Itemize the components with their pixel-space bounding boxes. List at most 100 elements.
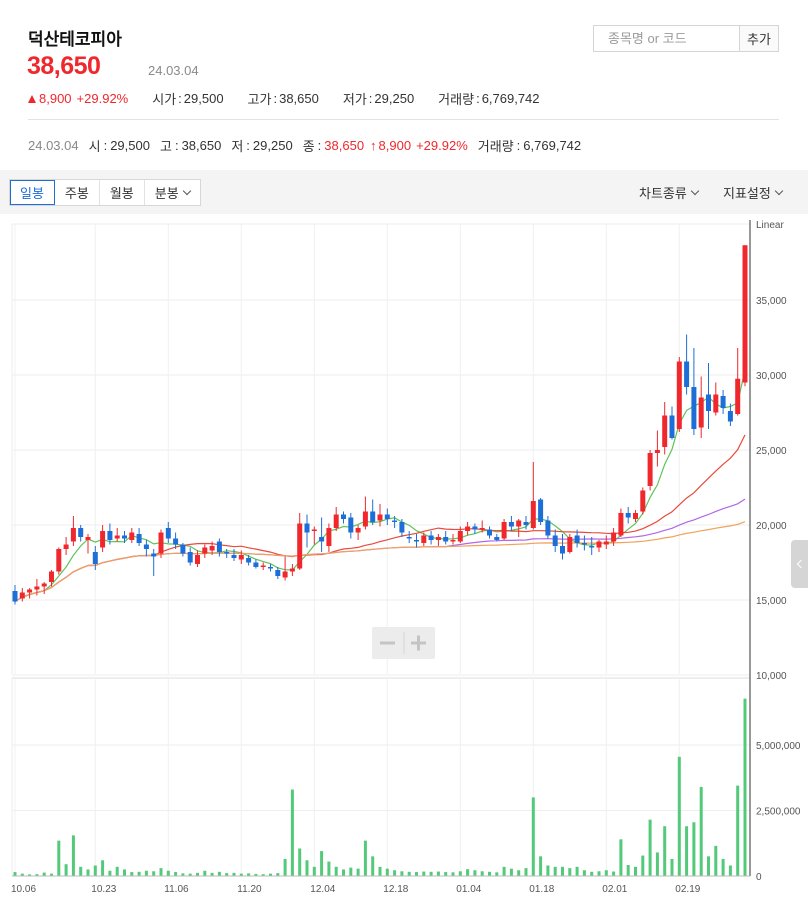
candle-body	[523, 522, 529, 525]
volume-bar	[407, 871, 411, 876]
candle-body	[326, 528, 332, 546]
volume-bar	[334, 866, 338, 876]
summary-change-pct: +29.92%	[76, 91, 129, 106]
candle-body	[384, 514, 390, 519]
detail-low: 29,250	[252, 138, 293, 153]
x-tick-label: 02.01	[602, 884, 627, 895]
volume-bar	[728, 865, 732, 876]
detail-close-label: 종	[302, 139, 315, 154]
candle-body	[662, 415, 668, 447]
volume-bar	[363, 840, 367, 876]
price-tick-label: 10,000	[756, 671, 787, 682]
tab-monthly[interactable]: 월봉	[100, 180, 145, 205]
indicator-settings-dropdown[interactable]: 지표설정	[723, 183, 784, 202]
volume-bar	[575, 866, 579, 876]
candle-body	[319, 537, 325, 542]
volume-bar	[356, 868, 360, 876]
candle-body	[698, 397, 704, 428]
volume-bar	[685, 826, 689, 876]
volume-bars	[13, 698, 747, 876]
zoom-in-button[interactable]	[404, 627, 435, 659]
volume-bar	[634, 866, 637, 876]
volume-bar	[553, 866, 557, 876]
side-panel-toggle[interactable]	[791, 540, 808, 588]
x-tick-label: 10.06	[11, 884, 36, 895]
candle-body	[114, 535, 120, 539]
detail-close: 38,650	[324, 138, 365, 153]
stock-name: 덕산테코피아	[28, 30, 122, 49]
candle-body	[654, 450, 660, 453]
candle-body	[63, 544, 69, 549]
zoom-out-button[interactable]	[372, 627, 404, 659]
candle-body	[479, 528, 485, 530]
candle-body	[618, 513, 624, 536]
moving-average-lines	[14, 369, 746, 603]
candle-body	[70, 528, 76, 542]
volume-bar	[422, 871, 426, 876]
candle-body	[691, 387, 697, 429]
price-volume-chart[interactable]: Linear 35,000 30,000 25,000 20,000 15,000 10,0…	[0, 214, 808, 912]
volume-bar	[71, 835, 75, 876]
volume-bar	[349, 867, 353, 876]
candle-body	[187, 552, 193, 563]
volume-bar	[539, 856, 543, 876]
volume-bar	[721, 858, 725, 876]
candle-body	[399, 522, 405, 533]
volume-bar	[524, 868, 528, 876]
summary-volume: 6,769,742	[481, 91, 540, 106]
candle-body	[457, 531, 463, 542]
tab-daily[interactable]: 일봉	[10, 180, 55, 205]
candle-body	[669, 415, 675, 438]
volume-bar	[655, 852, 659, 876]
chevron-down-icon	[690, 186, 700, 195]
candle-body	[421, 535, 427, 543]
x-tick-label: 02.19	[675, 884, 700, 895]
volume-tick-label: 5,000,000	[756, 741, 801, 752]
volume-bar	[93, 865, 97, 876]
candle-body	[567, 537, 573, 552]
candle-body	[611, 532, 617, 542]
candle-body	[472, 526, 478, 530]
chart-type-label: 차트종류	[639, 186, 687, 201]
chart-grid	[11, 223, 750, 877]
candle-body	[516, 520, 522, 527]
volume-bar	[488, 871, 491, 876]
candle-body	[538, 499, 544, 522]
volume-bar	[546, 865, 550, 876]
candle-body	[727, 411, 733, 422]
candle-body	[216, 541, 222, 552]
candle-body	[12, 591, 18, 602]
volume-bar	[115, 866, 119, 876]
candle-body	[333, 514, 339, 528]
candle-body	[238, 555, 244, 560]
detail-change-pct: +29.92%	[416, 138, 468, 153]
candle-body	[647, 453, 653, 486]
candle-body	[143, 544, 149, 549]
stock-search-input[interactable]	[594, 26, 739, 51]
candle-body	[589, 546, 595, 548]
candle-body	[450, 540, 456, 542]
summary-change: 8,900	[39, 91, 72, 106]
chart-type-dropdown[interactable]: 차트종류	[639, 183, 700, 202]
tab-minute[interactable]: 분봉	[145, 180, 200, 205]
candle-body	[443, 537, 449, 542]
volume-bar	[203, 870, 207, 876]
x-tick-label: 10.23	[91, 884, 116, 895]
indicator-settings-label: 지표설정	[723, 186, 771, 201]
tab-weekly[interactable]: 주봉	[55, 180, 100, 205]
summary-high: 38,650	[279, 91, 319, 106]
price-tick-label: 25,000	[756, 446, 787, 457]
candle-body	[508, 522, 514, 527]
candle-body	[603, 541, 609, 545]
candle-body	[275, 570, 281, 576]
add-stock-button[interactable]: 추가	[739, 26, 778, 51]
candle-body	[122, 535, 127, 539]
candle-body	[49, 571, 54, 582]
volume-bar	[502, 866, 506, 876]
detail-open-label: 시	[88, 139, 101, 154]
candle-body	[231, 555, 237, 558]
candle-body	[34, 586, 40, 590]
summary-low: 29,250	[374, 91, 415, 106]
zoom-controls	[372, 627, 435, 659]
volume-bar	[137, 871, 141, 876]
